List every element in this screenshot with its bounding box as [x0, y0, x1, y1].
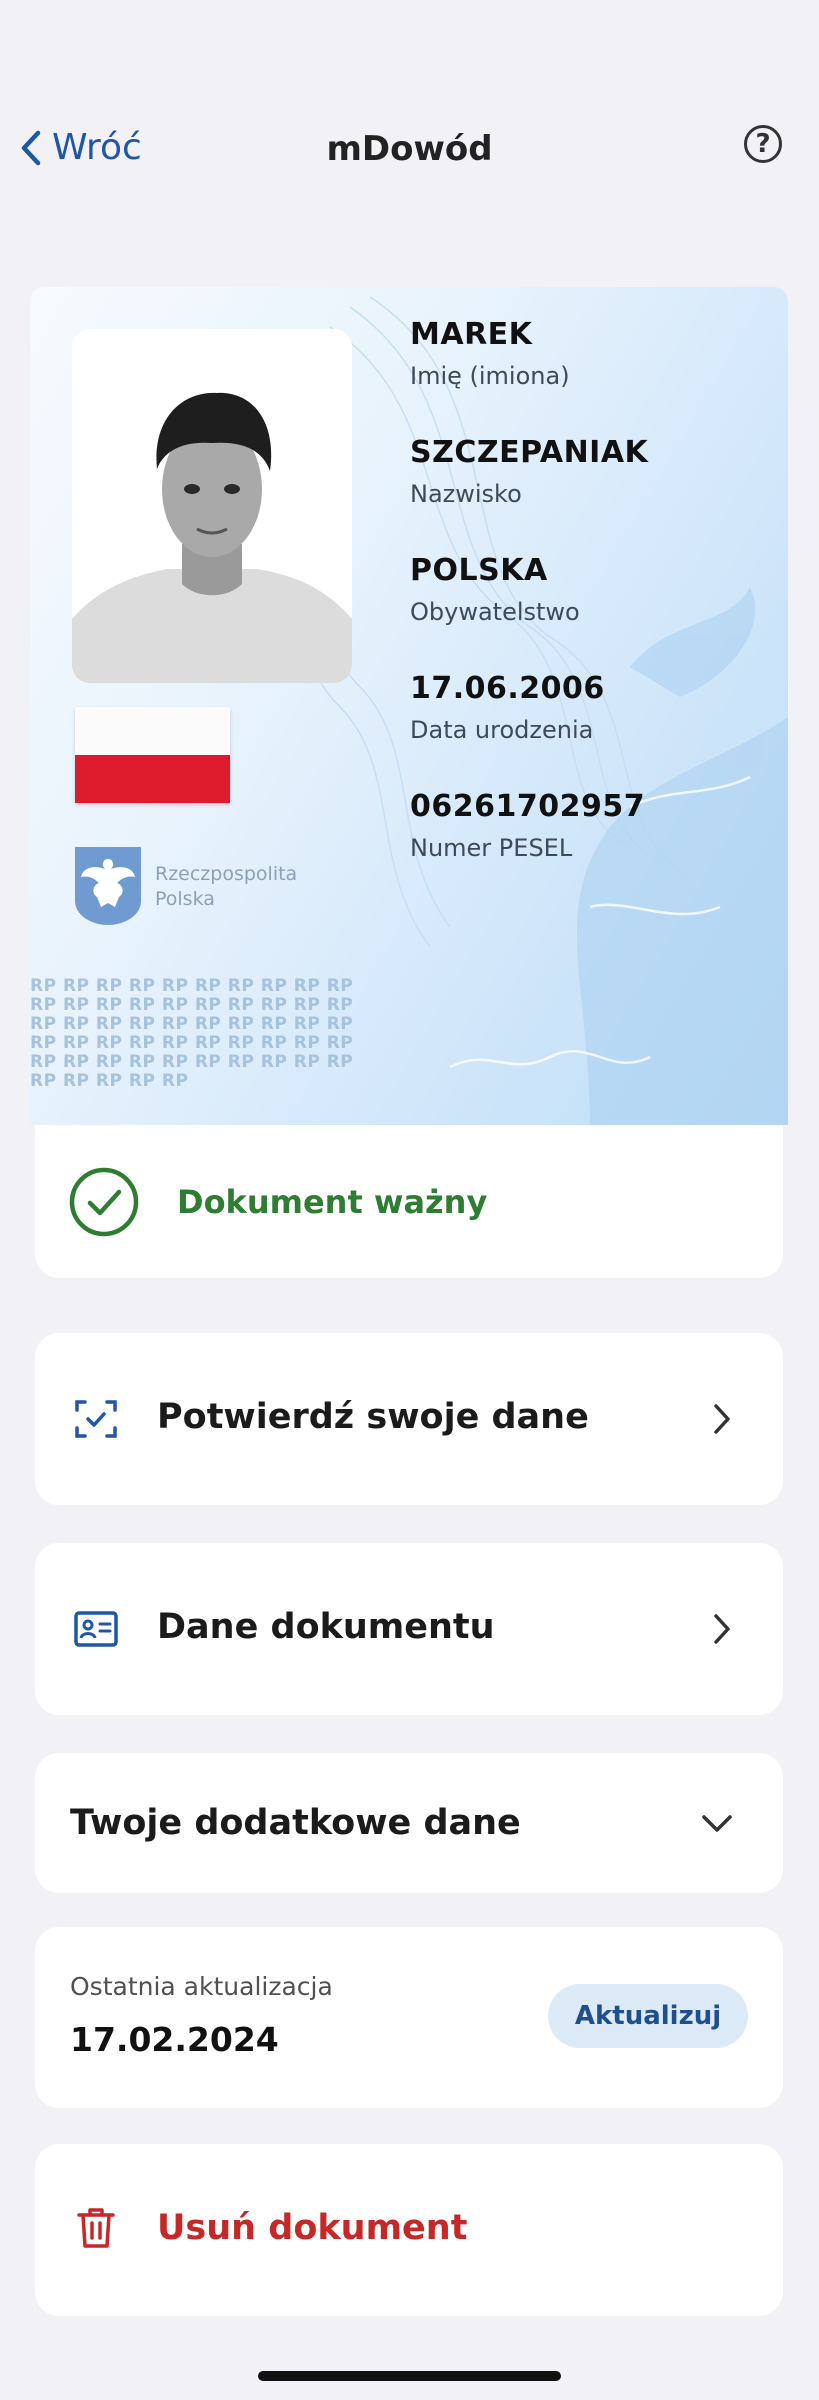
- pesel-value: 06261702957: [410, 789, 646, 824]
- emblem-caption: Rzeczpospolita Polska: [155, 862, 297, 912]
- first-name-field: MAREK Imię (imiona): [410, 317, 648, 435]
- chevron-right-icon: [714, 1614, 730, 1644]
- citizenship-value: POLSKA: [410, 553, 548, 588]
- page-title: mDowód: [326, 129, 493, 169]
- holder-photo: [72, 329, 352, 683]
- last-update-card: Ostatnia aktualizacja 17.02.2024 Aktuali…: [35, 1927, 783, 2108]
- first-name-value: MAREK: [410, 317, 533, 352]
- birth-date-value: 17.06.2006: [410, 671, 605, 706]
- polish-flag: [75, 707, 230, 803]
- app-header: Wróć mDowód ?: [0, 95, 819, 205]
- help-icon: ?: [755, 129, 771, 159]
- personal-data-fields: MAREK Imię (imiona) SZCZEPANIAK Nazwisko…: [410, 317, 648, 907]
- first-name-label: Imię (imiona): [410, 362, 570, 390]
- chevron-down-icon: [702, 1815, 732, 1832]
- home-indicator[interactable]: [258, 2371, 561, 2381]
- delete-document-row[interactable]: Usuń dokument: [35, 2144, 783, 2316]
- additional-data-row[interactable]: Twoje dodatkowe dane: [35, 1753, 783, 1893]
- birth-date-label: Data urodzenia: [410, 716, 594, 744]
- last-name-label: Nazwisko: [410, 480, 522, 508]
- emblem-line-1: Rzeczpospolita: [155, 863, 298, 885]
- scan-check-icon: [75, 1400, 117, 1438]
- trash-icon: [77, 2208, 115, 2248]
- citizenship-label: Obywatelstwo: [410, 598, 580, 626]
- id-card: Rzeczpospolita Polska RP RP RP RP RP RP …: [30, 287, 788, 1125]
- document-data-row[interactable]: Dane dokumentu: [35, 1543, 783, 1715]
- last-update-label: Ostatnia aktualizacja: [70, 1972, 333, 2001]
- help-button[interactable]: ?: [744, 125, 782, 163]
- birth-date-field: 17.06.2006 Data urodzenia: [410, 671, 648, 789]
- status-label: Dokument ważny: [177, 1183, 488, 1221]
- pesel-field: 06261702957 Numer PESEL: [410, 789, 648, 907]
- last-name-value: SZCZEPANIAK: [410, 435, 649, 470]
- emblem-line-2: Polska: [155, 888, 215, 910]
- document-data-label: Dane dokumentu: [157, 1607, 495, 1647]
- check-circle-icon: [69, 1167, 139, 1237]
- last-name-field: SZCZEPANIAK Nazwisko: [410, 435, 648, 553]
- rp-microprint: RP RP RP RP RP RP RP RP RP RP RP RP RP R…: [30, 976, 354, 1091]
- update-button[interactable]: Aktualizuj: [548, 1984, 748, 2048]
- confirm-data-row[interactable]: Potwierdź swoje dane: [35, 1333, 783, 1505]
- pesel-label: Numer PESEL: [410, 834, 573, 862]
- additional-data-label: Twoje dodatkowe dane: [70, 1803, 521, 1843]
- document-status: Dokument ważny: [35, 1125, 783, 1278]
- id-card-icon: [74, 1611, 118, 1647]
- citizenship-field: POLSKA Obywatelstwo: [410, 553, 648, 671]
- last-update-date: 17.02.2024: [70, 2020, 279, 2059]
- chevron-right-icon: [714, 1404, 730, 1434]
- delete-document-label: Usuń dokument: [157, 2208, 468, 2248]
- eagle-emblem-icon: [75, 847, 141, 925]
- confirm-data-label: Potwierdź swoje dane: [157, 1397, 589, 1437]
